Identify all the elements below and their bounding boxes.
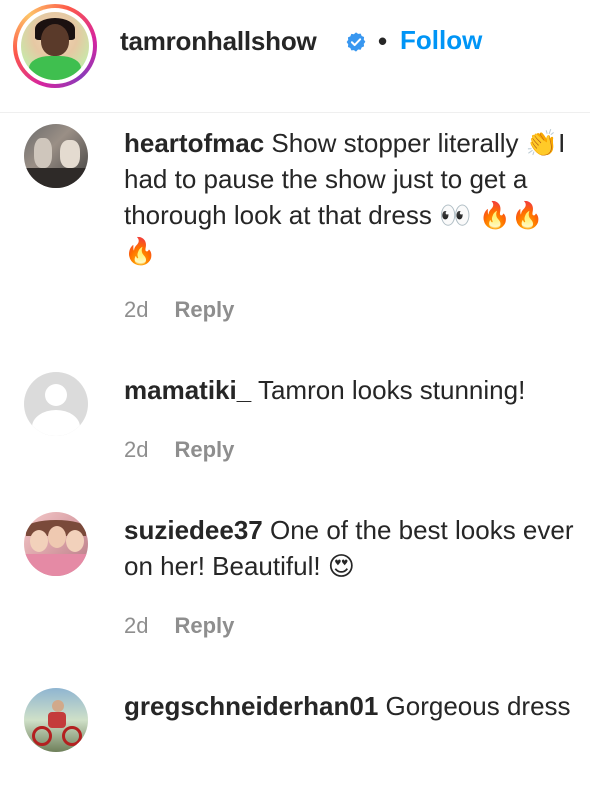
comment-username[interactable]: mamatiki_ — [124, 375, 251, 405]
instagram-comments-panel: tamronhallshow • Follow heartofmac Show … — [0, 0, 590, 796]
comment-text: Tamron looks stunning! — [257, 375, 526, 405]
post-header: tamronhallshow • Follow — [0, 0, 590, 88]
comment-username[interactable]: suziedee37 — [124, 515, 263, 545]
comment-body: suziedee37 One of the best looks ever on… — [124, 512, 574, 584]
comment-time: 2d — [124, 297, 149, 322]
verified-badge-icon — [346, 32, 366, 52]
comment-meta: 2d Reply — [124, 297, 234, 323]
commenter-avatar[interactable] — [24, 372, 88, 436]
header-avatar[interactable] — [13, 4, 97, 88]
comment-body: mamatiki_ Tamron looks stunning! — [124, 372, 574, 408]
follow-button[interactable]: Follow — [400, 25, 482, 56]
profile-photo — [21, 12, 89, 80]
reply-button[interactable]: Reply — [174, 613, 234, 639]
comment-text: Gorgeous dress — [385, 691, 571, 721]
reply-button[interactable]: Reply — [174, 297, 234, 323]
comment-meta: 2d Reply — [124, 613, 234, 639]
header-username[interactable]: tamronhallshow — [120, 26, 317, 57]
comment-body: heartofmac Show stopper literally 👏I had… — [124, 125, 574, 269]
comment-time: 2d — [124, 437, 149, 462]
header-divider — [0, 112, 590, 113]
header-separator: • — [378, 26, 388, 56]
reply-button[interactable]: Reply — [174, 437, 234, 463]
comment-time: 2d — [124, 613, 149, 638]
story-ring-inner — [17, 8, 93, 84]
commenter-avatar[interactable] — [24, 512, 88, 576]
comment-body: gregschneiderhan01 Gorgeous dress — [124, 688, 574, 724]
comment-username[interactable]: heartofmac — [124, 128, 264, 158]
commenter-avatar[interactable] — [24, 124, 88, 188]
commenter-avatar[interactable] — [24, 688, 88, 752]
comment-username[interactable]: gregschneiderhan01 — [124, 691, 378, 721]
comment-meta: 2d Reply — [124, 437, 234, 463]
